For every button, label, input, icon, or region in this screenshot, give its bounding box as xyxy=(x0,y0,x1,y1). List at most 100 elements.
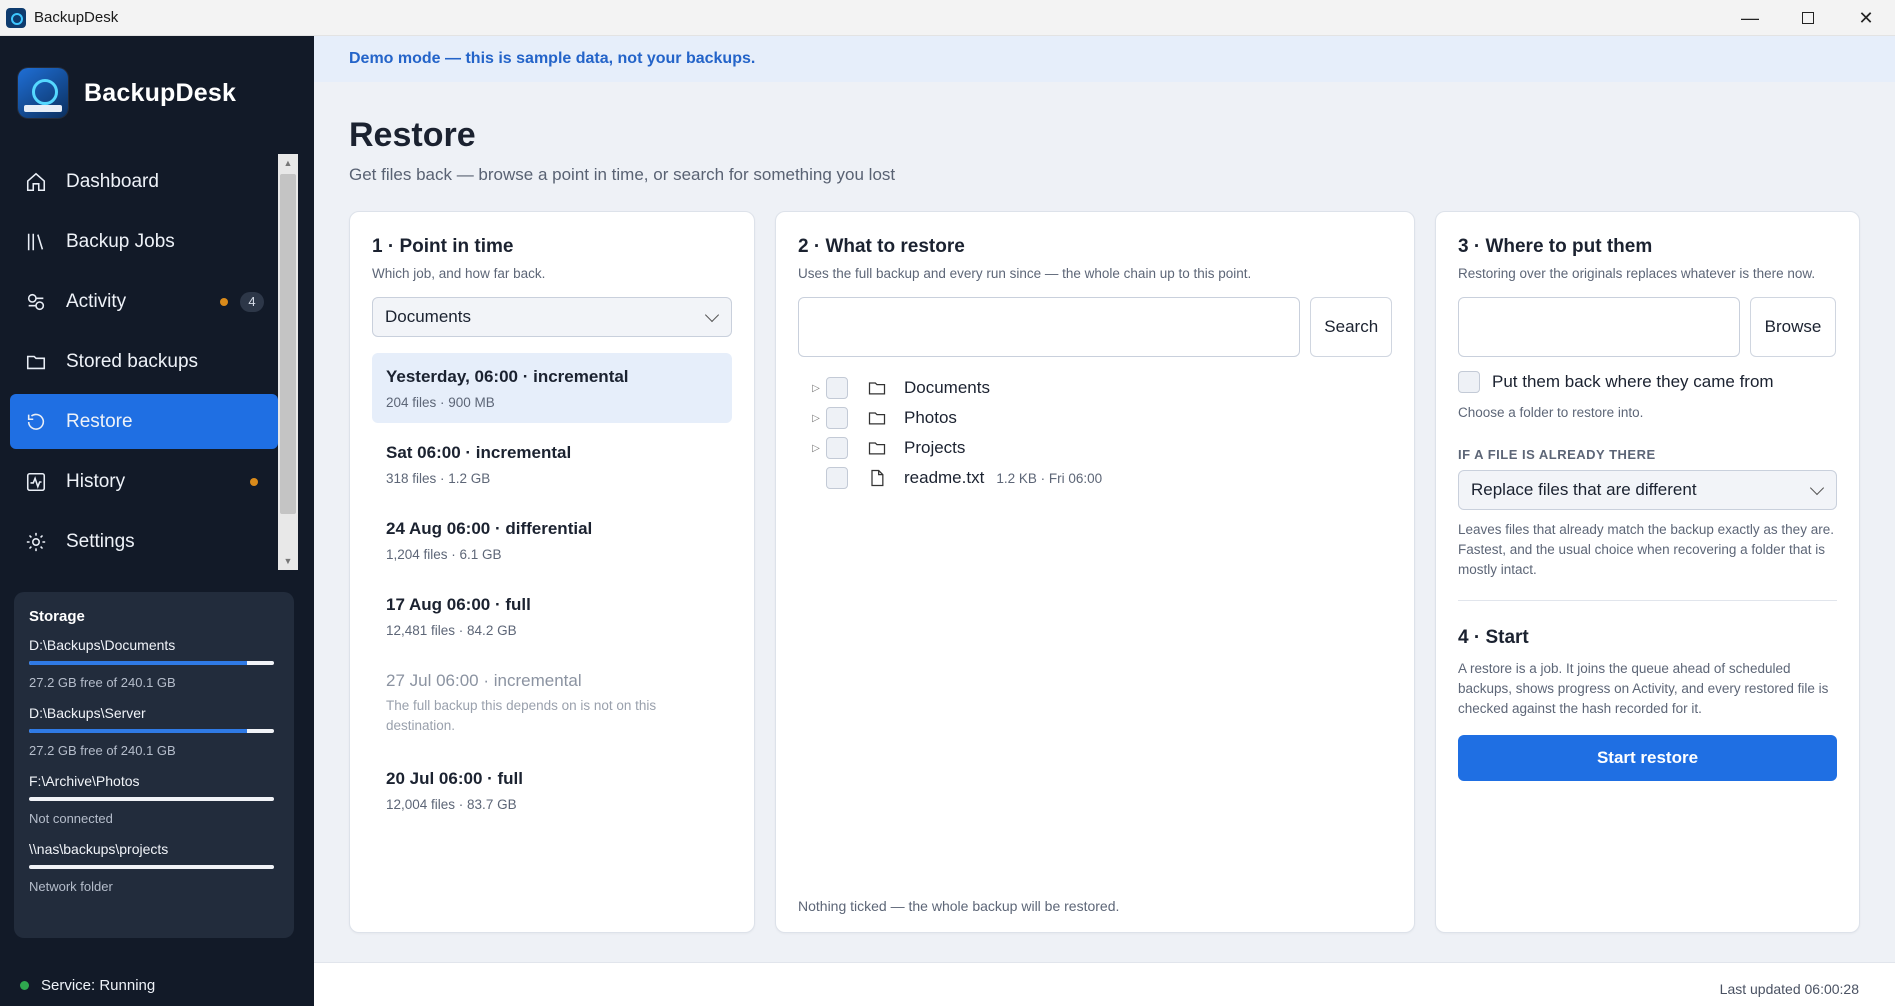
conflict-hint: Leaves files that already match the back… xyxy=(1458,522,1834,577)
page-subtitle: Get files back — browse a point in time,… xyxy=(349,165,896,184)
app-icon xyxy=(6,7,26,28)
sidebar-item-label: Stored backups xyxy=(66,350,199,372)
storage-title: Storage xyxy=(29,608,85,625)
page-title: Restore xyxy=(349,116,476,154)
scroll-up-icon[interactable]: ▲ xyxy=(278,154,298,172)
restore-point-title: 20 Jul 06:00 · full xyxy=(386,769,523,788)
restore-point-title: 17 Aug 06:00 · full xyxy=(386,595,531,614)
storage-item: \\nas\backups\projects Network folder xyxy=(29,841,279,894)
sidebar-item-label: Dashboard xyxy=(66,170,159,192)
sidebar-item-label: Settings xyxy=(66,530,135,552)
tree-checkbox[interactable] xyxy=(826,467,848,489)
start-hint: A restore is a job. It joins the queue a… xyxy=(1458,661,1829,716)
maximize-icon[interactable] xyxy=(1779,0,1837,36)
search-row: Search xyxy=(798,297,1392,357)
expand-arrow-icon[interactable]: ▷ xyxy=(806,443,826,454)
destination-input[interactable] xyxy=(1458,297,1740,357)
restore-point-meta: 318 files · 1.2 GB xyxy=(386,471,491,486)
demo-banner: Demo mode — this is sample data, not you… xyxy=(314,36,1895,82)
status-footer: Last updated 06:00:28 xyxy=(314,962,1895,1006)
tree-item-label: readme.txt xyxy=(904,468,985,487)
tree-row: readme.txt 1.2 KB · Fri 06:00 xyxy=(798,463,1392,493)
folder-icon xyxy=(24,350,48,374)
storage-item: D:\Backups\Server 27.2 GB free of 240.1 … xyxy=(29,705,279,758)
sidebar-item-settings[interactable]: Settings xyxy=(10,514,278,569)
restore-point-item[interactable]: Sat 06:00 · incremental 318 files · 1.2 … xyxy=(372,429,732,499)
tree-checkbox[interactable] xyxy=(826,437,848,459)
history-icon xyxy=(24,470,48,494)
storage-status: Not connected xyxy=(29,811,113,826)
sidebar-item-dashboard[interactable]: Dashboard xyxy=(10,154,278,209)
tree-item-label: Photos xyxy=(904,408,957,427)
sidebar-item-label: Activity xyxy=(66,290,127,312)
tree-checkbox[interactable] xyxy=(826,377,848,399)
sidebar-item-label: History xyxy=(66,470,126,492)
file-tree: ▷ Documents ▷ Photos ▷ Projects readme.t… xyxy=(798,373,1392,493)
start-restore-button[interactable]: Start restore xyxy=(1458,735,1837,781)
main-content: Demo mode — this is sample data, not you… xyxy=(314,36,1895,1006)
scroll-thumb[interactable] xyxy=(280,174,296,514)
home-icon xyxy=(24,170,48,194)
scroll-down-icon[interactable]: ▼ xyxy=(278,552,298,570)
original-location-option[interactable]: Put them back where they came from xyxy=(1458,371,1837,393)
sidebar-item-restore[interactable]: Restore xyxy=(10,394,278,449)
original-location-label: Put them back where they came from xyxy=(1492,372,1774,391)
restore-point-meta: 12,004 files · 83.7 GB xyxy=(386,797,517,812)
expand-arrow-icon[interactable]: ▷ xyxy=(806,413,826,424)
point-in-time-panel: 1 · Point in time Which job, and how far… xyxy=(349,211,755,933)
window-controls: — ✕ xyxy=(1721,0,1895,36)
expand-arrow-icon[interactable]: ▷ xyxy=(806,383,826,394)
tree-row: ▷ Projects xyxy=(798,433,1392,463)
activity-count-badge: 4 xyxy=(240,291,264,312)
close-icon[interactable]: ✕ xyxy=(1837,0,1895,36)
conflict-section-label: IF A FILE IS ALREADY THERE xyxy=(1458,447,1656,462)
search-button[interactable]: Search xyxy=(1310,297,1392,357)
restore-point-item[interactable]: Yesterday, 06:00 · incremental 204 files… xyxy=(372,353,732,423)
restore-point-item-disabled: 27 Jul 06:00 · incremental The full back… xyxy=(372,657,732,749)
storage-path: D:\Backups\Documents xyxy=(29,637,176,653)
storage-bar xyxy=(29,729,274,733)
choose-folder-hint: Choose a folder to restore into. xyxy=(1458,405,1644,420)
search-input[interactable] xyxy=(798,297,1301,357)
original-location-checkbox[interactable] xyxy=(1458,371,1480,393)
service-status-text: Service: Running xyxy=(41,977,156,994)
storage-status: Network folder xyxy=(29,879,113,894)
browse-button[interactable]: Browse xyxy=(1750,297,1836,357)
sidebar-item-backup-jobs[interactable]: Backup Jobs xyxy=(10,214,278,269)
restore-point-item[interactable]: 17 Aug 06:00 · full 12,481 files · 84.2 … xyxy=(372,581,732,651)
tree-checkbox[interactable] xyxy=(826,407,848,429)
panel-subheading: Restoring over the originals replaces wh… xyxy=(1458,266,1816,281)
brand-logo xyxy=(18,68,68,118)
chevron-down-icon xyxy=(1809,480,1825,495)
sidebar-item-history[interactable]: History xyxy=(10,454,278,509)
sidebar-item-activity[interactable]: Activity 4 xyxy=(10,274,278,329)
restore-point-item[interactable]: 20 Jul 06:00 · full 12,004 files · 83.7 … xyxy=(372,755,732,825)
restore-point-item[interactable]: 24 Aug 06:00 · differential 1,204 files … xyxy=(372,505,732,575)
conflict-select[interactable]: Replace files that are different xyxy=(1458,470,1837,510)
sidebar-nav: Dashboard Backup Jobs Activity 4 Stored … xyxy=(10,154,278,574)
restore-point-title: Yesterday, 06:00 · incremental xyxy=(386,367,629,386)
tree-row: ▷ Photos xyxy=(798,403,1392,433)
service-status: Service: Running xyxy=(20,977,155,994)
sidebar-scrollbar[interactable]: ▲ ▼ xyxy=(278,154,298,570)
storage-status: 27.2 GB free of 240.1 GB xyxy=(29,743,176,758)
status-dot xyxy=(250,477,258,486)
panel-subheading: Uses the full backup and every run since… xyxy=(798,266,1252,281)
brand-name: BackupDesk xyxy=(84,78,237,107)
start-heading: 4 · Start xyxy=(1458,627,1529,648)
minimize-icon[interactable]: — xyxy=(1721,0,1779,36)
job-select[interactable]: Documents xyxy=(372,297,732,337)
panel-heading: 1 · Point in time xyxy=(372,236,514,257)
job-select-value: Documents xyxy=(385,307,471,326)
restore-point-title: 27 Jul 06:00 · incremental xyxy=(386,671,582,690)
file-icon xyxy=(866,467,888,489)
restore-point-meta: 204 files · 900 MB xyxy=(386,395,495,410)
sidebar-item-label: Restore xyxy=(66,410,133,432)
restore-point-title: Sat 06:00 · incremental xyxy=(386,443,572,462)
storage-item: F:\Archive\Photos Not connected xyxy=(29,773,279,826)
sidebar-item-stored-backups[interactable]: Stored backups xyxy=(10,334,278,389)
library-icon xyxy=(24,230,48,254)
restore-point-meta: The full backup this depends on is not o… xyxy=(386,698,657,733)
folder-icon xyxy=(866,437,888,459)
restore-point-meta: 12,481 files · 84.2 GB xyxy=(386,623,517,638)
